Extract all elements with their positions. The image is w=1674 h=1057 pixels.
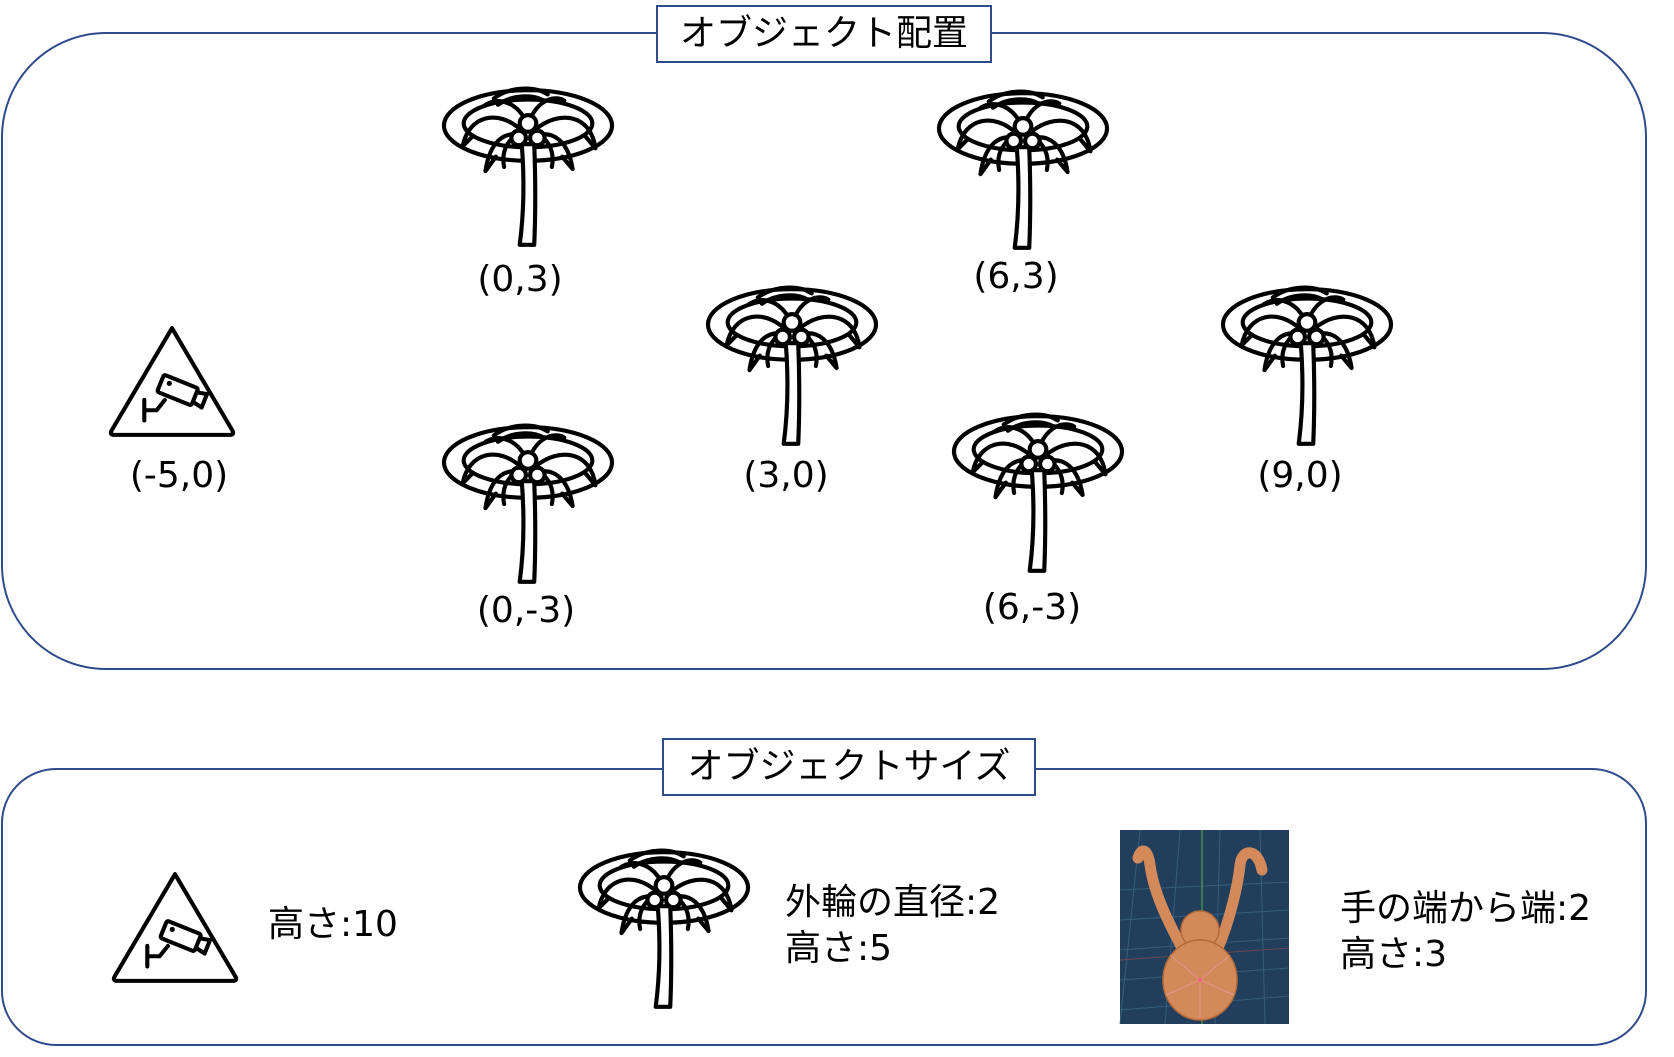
- position-label: (9,0): [1257, 455, 1343, 496]
- palm-tree-icon: [439, 421, 617, 587]
- position-label: (3,0): [743, 455, 829, 496]
- palm-height-label: 高さ:5: [785, 928, 893, 969]
- palm-tree-icon: [949, 410, 1127, 576]
- camera-height-label: 高さ:10: [268, 904, 398, 945]
- palm-tree-icon: [575, 846, 753, 1012]
- palm-tree-icon: [439, 84, 617, 250]
- camera-warning-icon: [103, 322, 241, 440]
- model-height-label: 高さ:3: [1340, 934, 1448, 975]
- palm-tree-icon: [1218, 283, 1396, 449]
- model-size-text: 手の端から端:2 高さ:3: [1340, 886, 1591, 978]
- position-label: (6,3): [973, 256, 1059, 297]
- position-label: (-5,0): [129, 455, 229, 496]
- model-preview-image: [1119, 829, 1290, 1025]
- size-section-title: オブジェクトサイズ: [662, 738, 1036, 796]
- placement-section-title: オブジェクト配置: [656, 5, 992, 63]
- position-label: (0,3): [477, 259, 563, 300]
- position-label: (6,-3): [982, 587, 1082, 628]
- model-span-label: 手の端から端:2: [1340, 888, 1592, 929]
- camera-warning-icon: [106, 868, 244, 986]
- palm-size-text: 外輪の直径:2 高さ:5: [785, 880, 1000, 972]
- camera-size-text: 高さ:10: [268, 902, 398, 948]
- position-label: (0,-3): [476, 590, 576, 631]
- palm-tree-icon: [934, 87, 1112, 253]
- palm-tree-icon: [703, 283, 881, 449]
- palm-diameter-label: 外輪の直径:2: [785, 882, 1001, 923]
